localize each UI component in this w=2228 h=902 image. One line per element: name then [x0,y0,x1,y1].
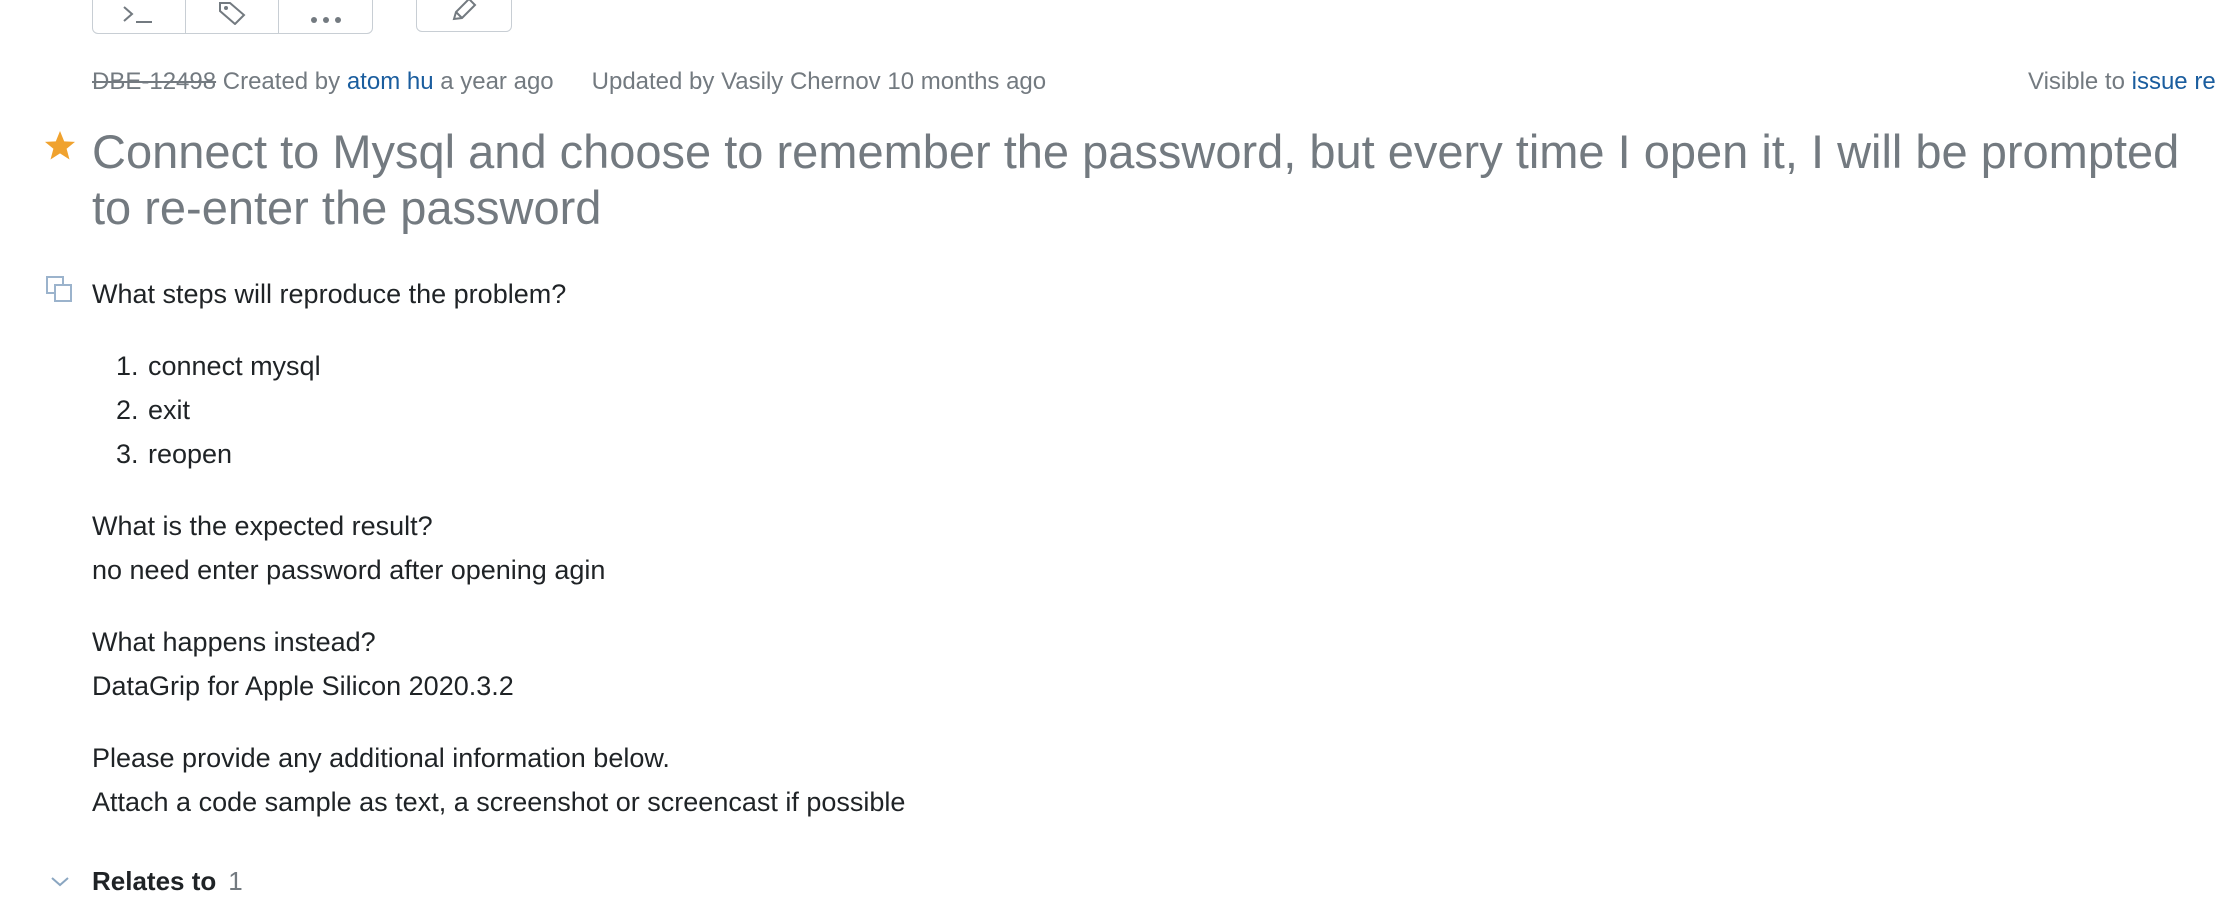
relates-section-toggle[interactable]: Relates to 1 [48,866,243,897]
question-reproduce: What steps will reproduce the problem? [92,279,567,309]
edit-icon [452,0,477,21]
answer-expected: no need enter password after opening agi… [92,555,606,585]
created-ago: a year ago [440,68,554,95]
relates-label: Relates to [92,866,217,896]
more-icon [310,17,341,23]
answer-additional: Attach a code sample as text, a screensh… [92,787,906,817]
visible-prefix: Visible to [2028,68,2125,95]
visibility-group-link[interactable]: issue re [2132,68,2216,95]
relates-count: 1 [228,866,243,896]
tag-button[interactable] [186,0,279,33]
issue-description: What steps will reproduce the problem? 1… [92,272,1892,852]
visibility-info: Visible to issue re [2028,68,2216,96]
issue-id[interactable]: DBE-12498 [92,68,216,95]
expected-block: What is the expected result? no need ent… [92,504,1892,592]
question-additional: Please provide any additional informatio… [92,743,670,773]
answer-instead: DataGrip for Apple Silicon 2020.3.2 [92,671,514,701]
command-button[interactable] [93,0,186,33]
issue-toolbar [92,0,373,34]
star-icon[interactable] [44,130,76,162]
list-item: 2. exit [116,395,191,425]
edit-button[interactable] [416,0,512,32]
additional-block: Please provide any additional informatio… [92,736,1892,824]
created-prefix: Created by [222,68,341,95]
tag-icon [219,2,246,25]
instead-block: What happens instead? DataGrip for Apple… [92,620,1892,708]
issue-title: Connect to Mysql and choose to remember … [92,125,2180,234]
issue-meta: DBE-12498 Created by atom hu a year ago U… [92,68,2228,100]
question-instead: What happens instead? [92,627,376,657]
steps-list: 1. connect mysql 2. exit 3. reopen [92,344,1892,476]
question-expected: What is the expected result? [92,511,433,541]
updated-info: Updated by Vasily Chernov 10 months ago [591,68,1047,95]
list-item: 1. connect mysql [116,351,321,381]
issue-page: DBE-12498 Created by atom hu a year ago U… [0,0,2228,902]
more-button[interactable] [279,0,372,33]
terminal-icon [123,6,152,23]
creator-link[interactable]: atom hu [347,68,434,95]
list-item: 3. reopen [116,439,233,469]
chevron-down-icon [51,876,69,886]
description-icon [46,276,72,302]
